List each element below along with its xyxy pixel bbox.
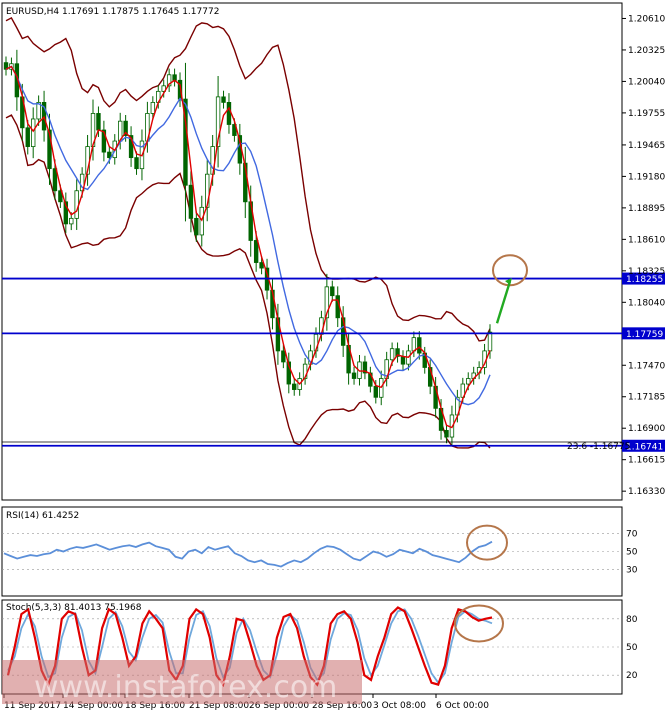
price-tick-label: 1.18040	[628, 298, 665, 308]
rsi-circle	[466, 524, 508, 561]
price-tick-label: 1.20040	[628, 77, 665, 87]
candle-body	[25, 127, 30, 147]
candle	[166, 68, 172, 93]
price-tick-label: 1.19180	[628, 172, 665, 182]
candle	[205, 160, 210, 222]
candle-body	[400, 356, 406, 365]
time-tick-label: 3 Oct 08:00	[373, 701, 426, 711]
candle	[362, 355, 368, 380]
candle-body	[281, 350, 286, 363]
candle-body	[487, 331, 493, 352]
candle-body	[221, 96, 226, 103]
candle-body	[259, 262, 264, 269]
candle	[400, 350, 406, 371]
candle-body	[30, 118, 36, 147]
rsi-tick-label: 30	[626, 565, 638, 575]
candle-body	[466, 378, 471, 385]
bollinger-upper	[5, 16, 491, 342]
candle-body	[52, 168, 58, 192]
candle	[3, 56, 9, 76]
candle-body	[411, 337, 417, 352]
price-tick-label: 1.20325	[628, 46, 665, 56]
stoch-tick-label: 80	[626, 615, 638, 625]
price-tick-label: 1.16615	[628, 456, 665, 466]
candle	[302, 357, 308, 385]
time-tick-label: 6 Oct 00:00	[436, 701, 489, 711]
candle	[351, 366, 357, 385]
panel-border-0	[1, 2, 623, 501]
candle-body	[96, 113, 101, 131]
candle	[471, 366, 476, 385]
stoch-header: Stoch(5,3,3) 81.4013 75.1968	[6, 603, 142, 613]
price-tick-label: 1.20610	[628, 14, 665, 24]
level-price-label: 1.17759	[626, 330, 663, 340]
candle-body	[69, 217, 74, 225]
stoch-tick-label: 50	[626, 643, 638, 653]
chart-canvas: 1.182551.177591.16741 1.206101.203251.20…	[1, 2, 665, 711]
price-tick-label: 1.17470	[628, 361, 665, 371]
price-tick-label: 1.18895	[628, 204, 665, 214]
watermark-text: www.instaforex.com	[34, 670, 337, 705]
price-tick-label: 1.16900	[628, 424, 665, 434]
price-tick-label: 1.18325	[628, 267, 665, 277]
price-tick-label: 1.19465	[628, 141, 665, 151]
price-tick-label: 1.16330	[628, 487, 665, 497]
candle	[324, 273, 330, 331]
candle-body	[351, 372, 357, 379]
candle-body	[444, 430, 449, 438]
candle-body	[253, 240, 259, 263]
price-axis: 1.20610 1.20325 1.20040 1.19755 1.19465 1.191…	[622, 14, 665, 497]
candle	[221, 90, 226, 109]
candle-body	[150, 102, 156, 114]
candle-body	[134, 157, 139, 170]
candle	[63, 192, 69, 234]
fib-label: 23.6 -1.16775	[567, 442, 630, 452]
candle	[215, 76, 221, 168]
candle	[30, 107, 36, 159]
annotations	[492, 254, 528, 324]
candle-body	[330, 286, 335, 297]
candlesticks	[3, 49, 493, 447]
rsi-tick-label: 70	[626, 530, 638, 540]
candle-body	[194, 217, 199, 236]
level-price-label: 1.16741	[626, 442, 663, 452]
candle	[74, 179, 79, 230]
candle-body	[74, 190, 79, 219]
bollinger-bands	[5, 16, 491, 449]
bollinger-lower	[5, 114, 491, 449]
rsi-header: RSI(14) 61.4252	[6, 511, 79, 521]
rsi-line	[3, 540, 493, 568]
candle	[395, 342, 400, 363]
candle	[128, 126, 134, 167]
candle-body	[188, 184, 194, 219]
candle-body	[417, 337, 422, 354]
candle	[226, 93, 232, 134]
rsi-tick-label: 50	[626, 548, 638, 558]
candle-body	[226, 102, 232, 125]
main-header: EURUSD,H4 1.17691 1.17875 1.17645 1.1777…	[6, 7, 219, 17]
candle	[368, 366, 373, 393]
candle-body	[389, 348, 395, 361]
price-tick-label: 1.19755	[628, 109, 665, 119]
rsi-panel: 70 50 30	[2, 524, 638, 575]
ma-slow-line	[5, 65, 491, 406]
candle	[101, 120, 107, 162]
candle-body	[373, 385, 378, 398]
price-tick-label: 1.18610	[628, 235, 665, 245]
up-arrow-shaft	[495, 280, 512, 324]
price-tick-label: 1.17185	[628, 393, 665, 403]
main-panel-frame	[1, 2, 623, 695]
candle	[330, 280, 335, 302]
candle	[172, 68, 177, 87]
ma-fast-line	[5, 65, 491, 429]
moving-averages	[5, 65, 491, 429]
candle-body	[292, 383, 297, 390]
stoch-tick-label: 20	[626, 671, 638, 681]
stoch-circle	[454, 604, 504, 643]
